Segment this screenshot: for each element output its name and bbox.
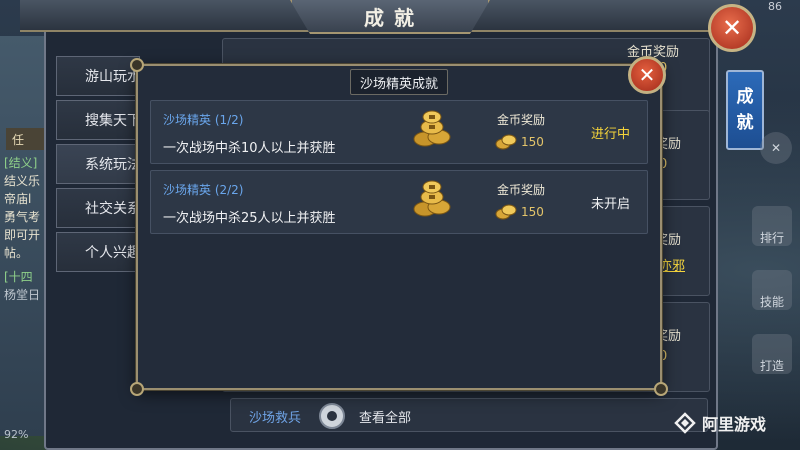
side-button-label: 打造 xyxy=(759,359,784,373)
corner-ornament xyxy=(654,382,668,396)
achievement-description: 一次战场中杀10人以上并获胜 xyxy=(163,141,336,156)
tab-achievement[interactable]: 成 就 xyxy=(726,70,764,150)
window-title: 成就 xyxy=(364,5,424,30)
eye-icon[interactable] xyxy=(319,403,345,429)
tab-label: 成 xyxy=(736,87,754,107)
category-label: 搜集天下 xyxy=(85,113,140,129)
category-list: 游山玩水 搜集天下 系统玩法 社交关系 个人兴趣 xyxy=(56,56,140,276)
watermark: 阿里游戏 xyxy=(672,410,766,436)
reward-value: 150 xyxy=(521,205,544,219)
category-button-active[interactable]: 系统玩法 xyxy=(56,144,140,184)
watermark-text: 阿里游戏 xyxy=(702,415,767,434)
achievement-status: 未开启 xyxy=(591,197,631,212)
gold-coin-icon xyxy=(495,134,517,150)
category-button[interactable]: 游山玩水 xyxy=(56,56,140,96)
achievement-group-bar[interactable]: 沙场救兵 查看全部 xyxy=(230,398,708,432)
battery-percent: 92% xyxy=(4,428,29,441)
window-title-plate: 成就 xyxy=(290,0,490,34)
achievement-name: 沙场精英 (2/2) xyxy=(163,183,244,197)
ranking-button[interactable]: 排行 xyxy=(752,206,792,246)
close-icon: ✕ xyxy=(721,14,743,42)
achievement-card[interactable]: 沙场精英 (2/2) 一次战场中杀25人以上并获胜 金币奖励 150 未开启 xyxy=(150,170,648,234)
achievement-name: 沙场精英 (1/2) xyxy=(163,113,244,127)
group-label: 沙场救兵 xyxy=(249,411,302,426)
category-button[interactable]: 社交关系 xyxy=(56,188,140,228)
ali-games-logo-icon xyxy=(674,412,696,434)
close-window-button[interactable]: ✕ xyxy=(708,4,756,52)
category-button[interactable]: 个人兴趣 xyxy=(56,232,140,272)
coin-pile-icon xyxy=(413,180,451,217)
category-label: 个人兴趣 xyxy=(85,245,140,261)
close-circle-icon[interactable]: ✕ xyxy=(760,132,792,164)
reward-value: 150 xyxy=(521,135,544,149)
category-label: 系统玩法 xyxy=(85,157,140,173)
popup-title: 沙场精英成就 xyxy=(350,69,448,95)
category-button[interactable]: 搜集天下 xyxy=(56,100,140,140)
side-button-label: 技能 xyxy=(759,295,784,309)
reward-label: 金币奖励 xyxy=(497,183,546,197)
view-all-button[interactable]: 查看全部 xyxy=(359,407,411,426)
reward-label: 金币奖励 xyxy=(497,113,546,127)
achievement-status: 进行中 xyxy=(591,127,631,142)
coin-pile-icon xyxy=(413,110,451,147)
reward-value: 亦邪 xyxy=(659,259,686,274)
top-right-number: 86 xyxy=(768,0,782,13)
side-button-label: 排行 xyxy=(759,231,784,245)
close-icon: ✕ xyxy=(638,63,656,87)
category-label: 社交关系 xyxy=(85,201,140,217)
tab-label: 就 xyxy=(736,113,754,133)
skill-button[interactable]: 技能 xyxy=(752,270,792,310)
achievement-description: 一次战场中杀25人以上并获胜 xyxy=(163,211,336,226)
achievement-card[interactable]: 沙场精英 (1/2) 一次战场中杀10人以上并获胜 金币奖励 150 进行中 xyxy=(150,100,648,164)
gold-coin-icon xyxy=(495,204,517,220)
forge-button[interactable]: 打造 xyxy=(752,334,792,374)
corner-ornament xyxy=(130,382,144,396)
popup-close-button[interactable]: ✕ xyxy=(628,56,666,94)
corner-ornament xyxy=(130,58,144,72)
